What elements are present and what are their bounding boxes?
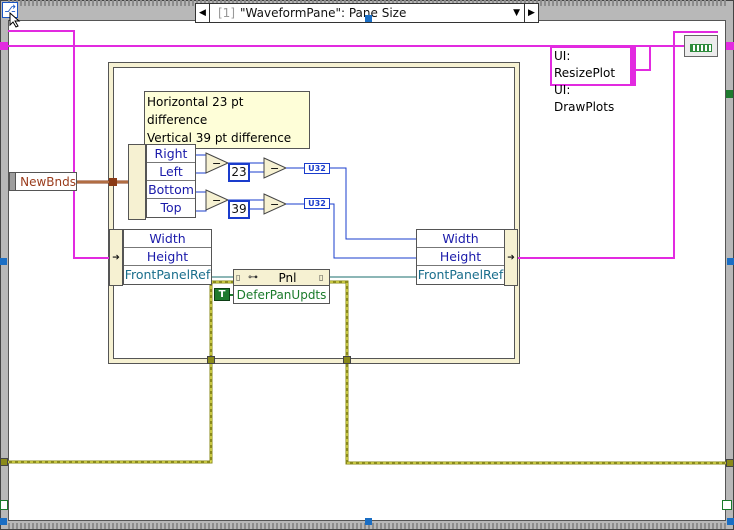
cluster-tunnel-left[interactable] bbox=[0, 42, 8, 50]
refnum-icon: ▯ bbox=[236, 273, 241, 282]
wire-bottom bbox=[196, 191, 207, 195]
panel-ref-in[interactable]: FrontPanelRef bbox=[417, 266, 504, 284]
horizontal-offset-constant[interactable]: 23 bbox=[228, 163, 250, 182]
previous-case-icon[interactable]: ◀ bbox=[196, 4, 210, 22]
error-tunnel-inner-left[interactable] bbox=[207, 356, 215, 364]
panel-ref-out[interactable]: FrontPanelRef bbox=[124, 266, 211, 284]
cluster-wire-left-in bbox=[8, 30, 114, 259]
error-tunnel-inner-right[interactable] bbox=[343, 356, 351, 364]
bounds-top[interactable]: Top bbox=[147, 199, 195, 217]
ui-messages-border bbox=[630, 48, 636, 84]
bundle-panel-handle[interactable]: ➔ bbox=[504, 229, 518, 286]
error-wire-left-dash bbox=[0, 281, 233, 463]
wire-right bbox=[196, 154, 207, 157]
subtract-symbol-3: − bbox=[270, 162, 279, 175]
wire-junction bbox=[109, 178, 117, 186]
subtract-symbol-1: − bbox=[212, 157, 221, 170]
to-u32-height[interactable]: U32 bbox=[304, 198, 330, 209]
property-link-icon: ⊶ bbox=[248, 272, 258, 283]
stop-tunnel[interactable] bbox=[726, 90, 733, 98]
message-queue-icon[interactable] bbox=[684, 35, 718, 57]
newbnds-label: NewBnds bbox=[20, 174, 76, 189]
error-wire-right bbox=[330, 280, 734, 465]
case-name: "WaveformPane": Pane Size bbox=[240, 6, 407, 20]
panel-width-in[interactable]: Width bbox=[417, 230, 504, 248]
resize-handle-left[interactable] bbox=[0, 258, 7, 265]
unbundle-bounds-handle[interactable] bbox=[128, 144, 146, 220]
property-node-header[interactable]: ▯ ⊶ Pnl ▯ bbox=[233, 269, 330, 286]
subtract-symbol-4: − bbox=[270, 198, 279, 211]
iteration-terminal-left[interactable] bbox=[0, 500, 8, 510]
wire-top bbox=[196, 206, 207, 212]
error-tunnel-right[interactable] bbox=[726, 459, 734, 467]
refnum-out-icon: ▯ bbox=[319, 273, 324, 282]
comment-label[interactable]: Horizontal 23 pt difference Vertical 39 … bbox=[144, 91, 310, 149]
resize-handle-bottom-left[interactable] bbox=[0, 518, 7, 525]
ui-messages-constant[interactable]: UI: ResizePlot UI: DrawPlots bbox=[550, 46, 636, 114]
resize-handle-bottom-right[interactable] bbox=[727, 518, 734, 525]
bounds-right[interactable]: Right bbox=[147, 145, 195, 163]
unbundle-panel[interactable]: Width Height FrontPanelRef bbox=[123, 229, 212, 285]
unbundle-bounds[interactable]: Right Left Bottom Top bbox=[146, 144, 196, 218]
unbundle-panel-handle[interactable]: ➔ bbox=[109, 229, 123, 286]
defer-panel-updates-property[interactable]: DeferPanUpdts bbox=[233, 286, 330, 304]
bundle-panel[interactable]: Width Height FrontPanelRef bbox=[416, 229, 505, 285]
cluster-tunnel-right[interactable] bbox=[726, 42, 734, 50]
iteration-terminal-right[interactable] bbox=[722, 500, 732, 510]
wire-u32-height bbox=[330, 203, 416, 259]
error-tunnel-left[interactable] bbox=[0, 458, 8, 466]
panel-height-in[interactable]: Height bbox=[417, 248, 504, 266]
wire-left bbox=[196, 168, 207, 174]
panel-property-node[interactable]: ▯ ⊶ Pnl ▯ DeferPanUpdts bbox=[233, 269, 330, 304]
mouse-cursor-icon bbox=[9, 12, 21, 28]
event-data-node[interactable]: NewBnds bbox=[9, 172, 77, 191]
ui-message-resize: UI: ResizePlot bbox=[554, 49, 616, 80]
resize-handle-right[interactable] bbox=[727, 258, 734, 265]
panel-height-out[interactable]: Height bbox=[124, 248, 211, 266]
dropdown-icon[interactable]: ▼ bbox=[513, 8, 520, 18]
resize-handle-top[interactable] bbox=[365, 15, 372, 22]
wire-u32-width bbox=[330, 167, 416, 240]
comment-line-horizontal: Horizontal 23 pt difference bbox=[147, 95, 244, 127]
next-case-icon[interactable]: ▶ bbox=[524, 4, 538, 22]
error-wire-left bbox=[0, 280, 233, 464]
ui-message-draw: UI: DrawPlots bbox=[554, 83, 615, 114]
error-wire-right-dash bbox=[330, 281, 734, 464]
subtract-symbol-2: − bbox=[212, 194, 221, 207]
true-constant[interactable]: T bbox=[214, 288, 230, 301]
vertical-offset-constant[interactable]: 39 bbox=[228, 200, 250, 219]
panel-width-out[interactable]: Width bbox=[124, 230, 211, 248]
bounds-left[interactable]: Left bbox=[147, 163, 195, 181]
resize-handle-bottom[interactable] bbox=[365, 518, 372, 525]
case-selector-label[interactable]: [1] "WaveformPane": Pane Size bbox=[210, 6, 513, 20]
property-class-label: Pnl bbox=[278, 270, 297, 285]
to-u32-width[interactable]: U32 bbox=[304, 163, 330, 174]
bounds-bottom[interactable]: Bottom bbox=[147, 181, 195, 199]
case-index: [1] bbox=[218, 6, 235, 20]
cluster-wire-to-ui bbox=[636, 46, 651, 71]
